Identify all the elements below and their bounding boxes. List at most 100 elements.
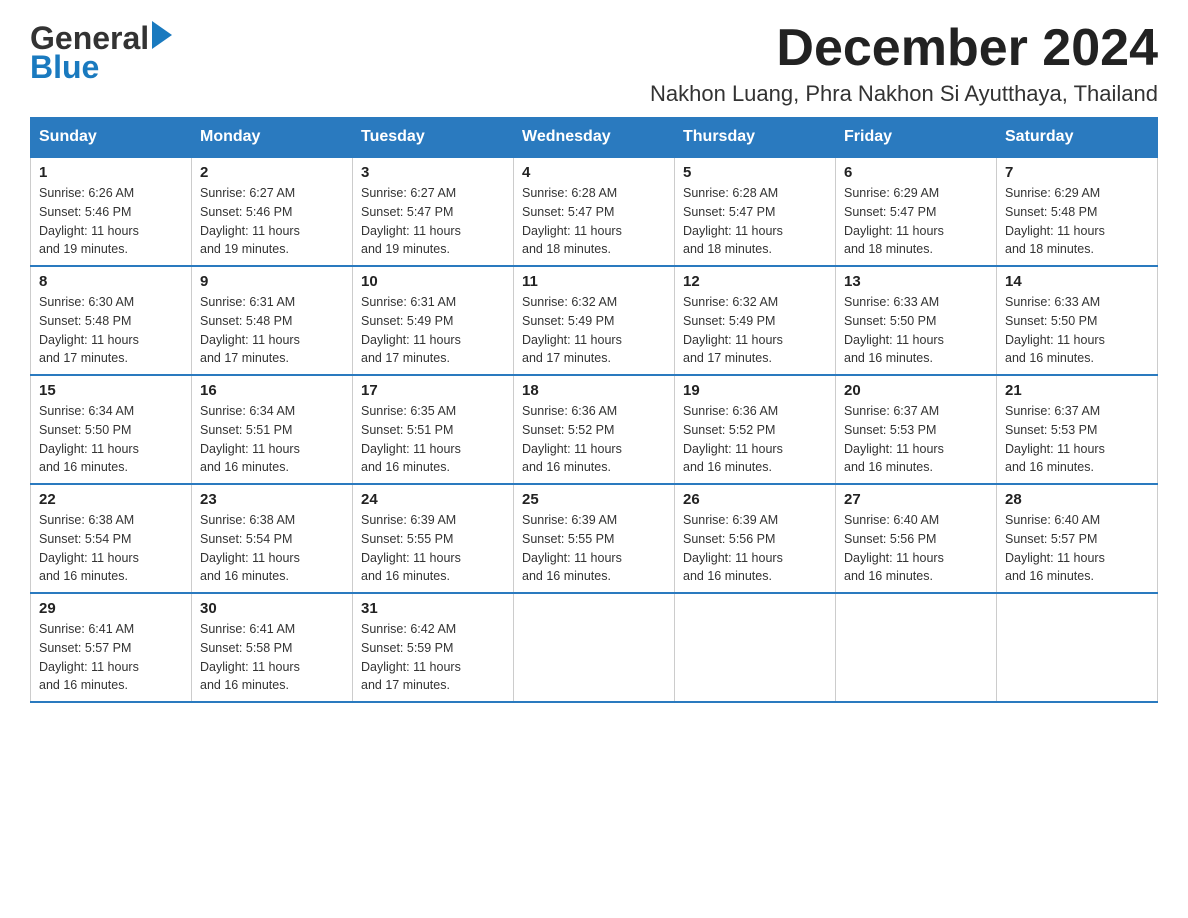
- header-monday: Monday: [192, 118, 353, 158]
- day-info-24: Sunrise: 6:39 AMSunset: 5:55 PMDaylight:…: [361, 511, 505, 586]
- day-number-17: 17: [361, 382, 505, 399]
- day-number-20: 20: [844, 382, 988, 399]
- header-wednesday: Wednesday: [514, 118, 675, 158]
- day-cell-6: 6 Sunrise: 6:29 AMSunset: 5:47 PMDaylight…: [836, 157, 997, 266]
- day-info-1: Sunrise: 6:26 AMSunset: 5:46 PMDaylight:…: [39, 184, 183, 259]
- day-cell-30: 30 Sunrise: 6:41 AMSunset: 5:58 PMDayligh…: [192, 593, 353, 702]
- day-cell-15: 15 Sunrise: 6:34 AMSunset: 5:50 PMDayligh…: [31, 375, 192, 484]
- day-info-20: Sunrise: 6:37 AMSunset: 5:53 PMDaylight:…: [844, 402, 988, 477]
- day-cell-25: 25 Sunrise: 6:39 AMSunset: 5:55 PMDayligh…: [514, 484, 675, 593]
- day-info-4: Sunrise: 6:28 AMSunset: 5:47 PMDaylight:…: [522, 184, 666, 259]
- header-tuesday: Tuesday: [353, 118, 514, 158]
- day-info-13: Sunrise: 6:33 AMSunset: 5:50 PMDaylight:…: [844, 293, 988, 368]
- day-number-4: 4: [522, 164, 666, 181]
- day-cell-24: 24Sunrise: 6:39 AMSunset: 5:55 PMDayligh…: [353, 484, 514, 593]
- day-info-21: Sunrise: 6:37 AMSunset: 5:53 PMDaylight:…: [1005, 402, 1149, 477]
- day-number-15: 15: [39, 382, 183, 399]
- calendar-header-row: SundayMondayTuesdayWednesdayThursdayFrid…: [31, 118, 1158, 158]
- week-row-4: 22 Sunrise: 6:38 AMSunset: 5:54 PMDayligh…: [31, 484, 1158, 593]
- day-number-22: 22: [39, 491, 183, 508]
- day-cell-29: 29 Sunrise: 6:41 AMSunset: 5:57 PMDayligh…: [31, 593, 192, 702]
- day-info-2: Sunrise: 6:27 AMSunset: 5:46 PMDaylight:…: [200, 184, 344, 259]
- day-cell-17: 17Sunrise: 6:35 AMSunset: 5:51 PMDayligh…: [353, 375, 514, 484]
- day-cell-28: 28Sunrise: 6:40 AMSunset: 5:57 PMDayligh…: [997, 484, 1158, 593]
- day-cell-18: 18 Sunrise: 6:36 AMSunset: 5:52 PMDayligh…: [514, 375, 675, 484]
- day-info-18: Sunrise: 6:36 AMSunset: 5:52 PMDaylight:…: [522, 402, 666, 477]
- day-number-14: 14: [1005, 273, 1149, 290]
- day-number-9: 9: [200, 273, 344, 290]
- day-info-25: Sunrise: 6:39 AMSunset: 5:55 PMDaylight:…: [522, 511, 666, 586]
- day-cell-9: 9 Sunrise: 6:31 AMSunset: 5:48 PMDaylight…: [192, 266, 353, 375]
- day-number-6: 6: [844, 164, 988, 181]
- day-number-1: 1: [39, 164, 183, 181]
- day-number-2: 2: [200, 164, 344, 181]
- day-info-19: Sunrise: 6:36 AMSunset: 5:52 PMDaylight:…: [683, 402, 827, 477]
- day-cell-10: 10Sunrise: 6:31 AMSunset: 5:49 PMDayligh…: [353, 266, 514, 375]
- day-cell-5: 5 Sunrise: 6:28 AMSunset: 5:47 PMDaylight…: [675, 157, 836, 266]
- day-info-16: Sunrise: 6:34 AMSunset: 5:51 PMDaylight:…: [200, 402, 344, 477]
- day-info-22: Sunrise: 6:38 AMSunset: 5:54 PMDaylight:…: [39, 511, 183, 586]
- day-info-26: Sunrise: 6:39 AMSunset: 5:56 PMDaylight:…: [683, 511, 827, 586]
- day-info-27: Sunrise: 6:40 AMSunset: 5:56 PMDaylight:…: [844, 511, 988, 586]
- day-cell-8: 8Sunrise: 6:30 AMSunset: 5:48 PMDaylight…: [31, 266, 192, 375]
- day-number-16: 16: [200, 382, 344, 399]
- day-info-31: Sunrise: 6:42 AMSunset: 5:59 PMDaylight:…: [361, 620, 505, 695]
- header-saturday: Saturday: [997, 118, 1158, 158]
- day-cell-2: 2 Sunrise: 6:27 AMSunset: 5:46 PMDaylight…: [192, 157, 353, 266]
- title-block: December 2024 Nakhon Luang, Phra Nakhon …: [650, 20, 1158, 107]
- day-info-9: Sunrise: 6:31 AMSunset: 5:48 PMDaylight:…: [200, 293, 344, 368]
- day-cell-13: 13 Sunrise: 6:33 AMSunset: 5:50 PMDayligh…: [836, 266, 997, 375]
- day-cell-27: 27 Sunrise: 6:40 AMSunset: 5:56 PMDayligh…: [836, 484, 997, 593]
- header-friday: Friday: [836, 118, 997, 158]
- day-info-12: Sunrise: 6:32 AMSunset: 5:49 PMDaylight:…: [683, 293, 827, 368]
- day-number-5: 5: [683, 164, 827, 181]
- day-cell-19: 19 Sunrise: 6:36 AMSunset: 5:52 PMDayligh…: [675, 375, 836, 484]
- day-info-29: Sunrise: 6:41 AMSunset: 5:57 PMDaylight:…: [39, 620, 183, 695]
- day-number-25: 25: [522, 491, 666, 508]
- day-number-29: 29: [39, 600, 183, 617]
- week-row-1: 1 Sunrise: 6:26 AMSunset: 5:46 PMDaylight…: [31, 157, 1158, 266]
- day-info-3: Sunrise: 6:27 AMSunset: 5:47 PMDaylight:…: [361, 184, 505, 259]
- day-number-8: 8: [39, 273, 183, 290]
- day-number-18: 18: [522, 382, 666, 399]
- day-number-27: 27: [844, 491, 988, 508]
- calendar-table: SundayMondayTuesdayWednesdayThursdayFrid…: [30, 117, 1158, 703]
- day-info-14: Sunrise: 6:33 AMSunset: 5:50 PMDaylight:…: [1005, 293, 1149, 368]
- day-info-28: Sunrise: 6:40 AMSunset: 5:57 PMDaylight:…: [1005, 511, 1149, 586]
- day-cell-14: 14 Sunrise: 6:33 AMSunset: 5:50 PMDayligh…: [997, 266, 1158, 375]
- day-cell-7: 7Sunrise: 6:29 AMSunset: 5:48 PMDaylight…: [997, 157, 1158, 266]
- day-info-6: Sunrise: 6:29 AMSunset: 5:47 PMDaylight:…: [844, 184, 988, 259]
- day-number-26: 26: [683, 491, 827, 508]
- day-number-11: 11: [522, 273, 666, 290]
- day-info-7: Sunrise: 6:29 AMSunset: 5:48 PMDaylight:…: [1005, 184, 1149, 259]
- logo: General Blue: [30, 20, 172, 86]
- day-info-30: Sunrise: 6:41 AMSunset: 5:58 PMDaylight:…: [200, 620, 344, 695]
- day-number-19: 19: [683, 382, 827, 399]
- logo-arrow-icon: [152, 21, 172, 54]
- day-cell-20: 20 Sunrise: 6:37 AMSunset: 5:53 PMDayligh…: [836, 375, 997, 484]
- empty-cell: [836, 593, 997, 702]
- day-cell-11: 11 Sunrise: 6:32 AMSunset: 5:49 PMDayligh…: [514, 266, 675, 375]
- day-number-31: 31: [361, 600, 505, 617]
- day-info-5: Sunrise: 6:28 AMSunset: 5:47 PMDaylight:…: [683, 184, 827, 259]
- day-info-15: Sunrise: 6:34 AMSunset: 5:50 PMDaylight:…: [39, 402, 183, 477]
- subtitle: Nakhon Luang, Phra Nakhon Si Ayutthaya, …: [650, 81, 1158, 107]
- main-title: December 2024: [650, 20, 1158, 77]
- day-number-3: 3: [361, 164, 505, 181]
- header-thursday: Thursday: [675, 118, 836, 158]
- week-row-2: 8Sunrise: 6:30 AMSunset: 5:48 PMDaylight…: [31, 266, 1158, 375]
- day-number-30: 30: [200, 600, 344, 617]
- week-row-5: 29 Sunrise: 6:41 AMSunset: 5:57 PMDayligh…: [31, 593, 1158, 702]
- day-number-13: 13: [844, 273, 988, 290]
- page-header: General Blue December 2024 Nakhon Luang,…: [30, 20, 1158, 107]
- day-number-12: 12: [683, 273, 827, 290]
- day-info-11: Sunrise: 6:32 AMSunset: 5:49 PMDaylight:…: [522, 293, 666, 368]
- day-cell-21: 21 Sunrise: 6:37 AMSunset: 5:53 PMDayligh…: [997, 375, 1158, 484]
- day-cell-23: 23Sunrise: 6:38 AMSunset: 5:54 PMDayligh…: [192, 484, 353, 593]
- empty-cell: [675, 593, 836, 702]
- header-sunday: Sunday: [31, 118, 192, 158]
- day-cell-22: 22 Sunrise: 6:38 AMSunset: 5:54 PMDayligh…: [31, 484, 192, 593]
- day-cell-3: 3 Sunrise: 6:27 AMSunset: 5:47 PMDaylight…: [353, 157, 514, 266]
- day-number-21: 21: [1005, 382, 1149, 399]
- day-info-10: Sunrise: 6:31 AMSunset: 5:49 PMDaylight:…: [361, 293, 505, 368]
